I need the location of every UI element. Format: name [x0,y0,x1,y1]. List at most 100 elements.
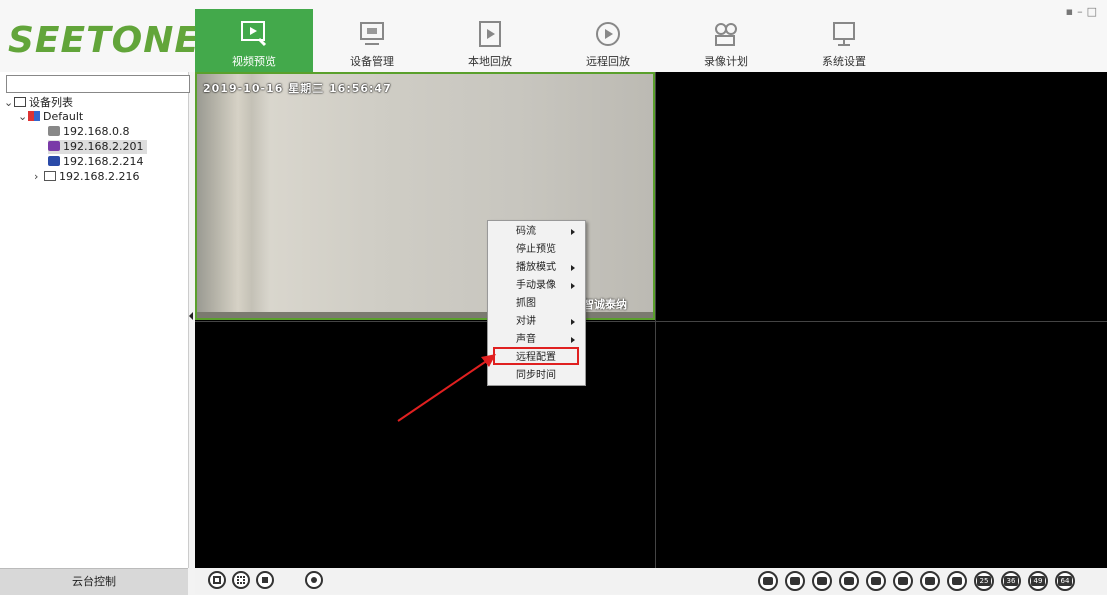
device-list-panel: ⌄ 设备列表 ⌄ Default 192.168.0.8 192.168.2.201… [0,72,190,568]
cycle-preview-button[interactable] [305,571,323,589]
video-pane-2[interactable] [657,72,1107,320]
layout-13-button[interactable] [920,571,940,591]
device-offline-icon [48,126,60,136]
layout-36-button[interactable]: 36 [1001,571,1021,591]
layout-8-icon [844,577,854,585]
tab-local-playback[interactable]: 本地回放 [431,9,549,72]
menu-item-sync-time[interactable]: 同步时间 [488,367,585,385]
tab-device-manage[interactable]: 设备管理 [313,9,431,72]
device-ip: 192.168.2.216 [59,170,140,183]
layout-16-button[interactable] [947,571,967,591]
layout-1-button[interactable] [758,571,778,591]
exit-fullscreen-button[interactable] [232,571,250,589]
device-online-icon [48,156,60,166]
fullscreen-icon [213,576,221,584]
video-pane-1[interactable]: 2019-10-16 星期三 16:56:47 智诚泰纳 [195,72,655,320]
grid-divider [195,321,1107,322]
layout-6-icon [817,577,827,585]
device-item-selected[interactable]: 192.168.2.201 [48,140,148,154]
submenu-arrow-icon [571,265,575,271]
tree-root[interactable]: ⌄ 设备列表 [4,96,73,110]
device-item[interactable]: 192.168.0.8 [48,125,129,139]
system-settings-icon [833,22,855,46]
layout-25-label: 25 [977,576,991,586]
tree-root-label: 设备列表 [29,96,73,109]
local-playback-icon [479,21,501,47]
menu-item-play-mode[interactable]: 播放模式 [488,259,585,277]
tree-group-label: Default [43,110,84,123]
osd-timestamp: 2019-10-16 星期三 16:56:47 [203,82,392,95]
layout-36-label: 36 [1004,576,1018,586]
user-icon[interactable]: ▪ [1066,5,1077,18]
remote-playback-icon [596,22,620,46]
layout-49-button[interactable]: 49 [1028,571,1048,591]
video-pane-3[interactable] [195,322,655,568]
stop-all-button[interactable] [256,571,274,589]
device-manage-icon [360,22,384,45]
chevron-down-icon[interactable]: ⌄ [18,110,28,124]
tab-system-settings[interactable]: 系统设置 [785,9,903,72]
tab-label: 本地回放 [468,55,512,68]
layout-9-icon [871,577,881,585]
top-bar: SEETONE 视频预览 设备管理 本地回放 远程回放 录像计划 系统设置 ▪–… [0,0,1107,72]
layout-8-button[interactable] [839,571,859,591]
submenu-arrow-icon [571,283,575,289]
video-grid: 2019-10-16 星期三 16:56:47 智诚泰纳 [195,72,1107,568]
layout-10-button[interactable] [893,571,913,591]
video-preview-icon [241,21,267,47]
tab-label: 设备管理 [350,55,394,68]
device-ip: 192.168.2.214 [63,155,144,168]
video-pane-4[interactable] [657,322,1107,568]
layout-16-icon [952,577,962,585]
tab-video-preview[interactable]: 视频预览 [195,9,313,72]
device-item[interactable]: 192.168.2.214 [48,155,143,169]
submenu-arrow-icon [571,319,575,325]
layout-6-button[interactable] [812,571,832,591]
tab-label: 系统设置 [822,55,866,68]
device-list-icon [14,97,26,107]
layout-4-button[interactable] [785,571,805,591]
tab-label: 远程回放 [586,55,630,68]
minimize-button[interactable]: – [1077,5,1087,18]
window-controls: ▪–□ [1066,5,1101,18]
device-ip: 192.168.0.8 [63,125,130,138]
stop-icon [262,577,268,583]
layout-1-icon [763,577,773,585]
layout-13-icon [925,577,935,585]
device-search-input[interactable] [6,75,190,93]
maximize-button[interactable]: □ [1087,5,1101,18]
osd-channel-name: 智诚泰纳 [583,298,627,311]
tab-label: 录像计划 [704,55,748,68]
layout-10-icon [898,577,908,585]
layout-9-button[interactable] [866,571,886,591]
chevron-right-icon[interactable]: › [34,170,44,184]
nvr-icon [44,171,56,181]
layout-25-button[interactable]: 25 [974,571,994,591]
group-icon [28,111,40,121]
tab-label: 视频预览 [232,55,276,68]
layout-64-button[interactable]: 64 [1055,571,1075,591]
tree-group-default[interactable]: ⌄ Default [18,110,83,124]
submenu-arrow-icon [571,337,575,343]
menu-item-stream[interactable]: 码流 [488,223,585,241]
menu-item-talk[interactable]: 对讲 [488,313,585,331]
device-online-icon [48,141,60,151]
device-item[interactable]: › 192.168.2.216 [34,170,139,184]
menu-item-stop-preview[interactable]: 停止预览 [488,241,585,259]
submenu-arrow-icon [571,229,575,235]
control-bar: 25 36 49 64 [195,568,1107,594]
grid-divider [655,72,656,568]
ptz-control-button[interactable]: 云台控制 [0,568,188,595]
tab-record-plan[interactable]: 录像计划 [667,9,785,72]
menu-item-manual-record[interactable]: 手动录像 [488,277,585,295]
shrink-icon [237,576,245,584]
chevron-down-icon[interactable]: ⌄ [4,96,14,110]
record-plan-icon [715,23,737,46]
collapse-sidebar-arrow-icon[interactable] [189,312,193,320]
highlight-box [493,347,579,365]
menu-item-snapshot[interactable]: 抓图 [488,295,585,313]
fullscreen-button[interactable] [208,571,226,589]
tab-remote-playback[interactable]: 远程回放 [549,9,667,72]
layout-49-label: 49 [1031,576,1045,586]
app-logo: SEETONE [8,20,200,61]
